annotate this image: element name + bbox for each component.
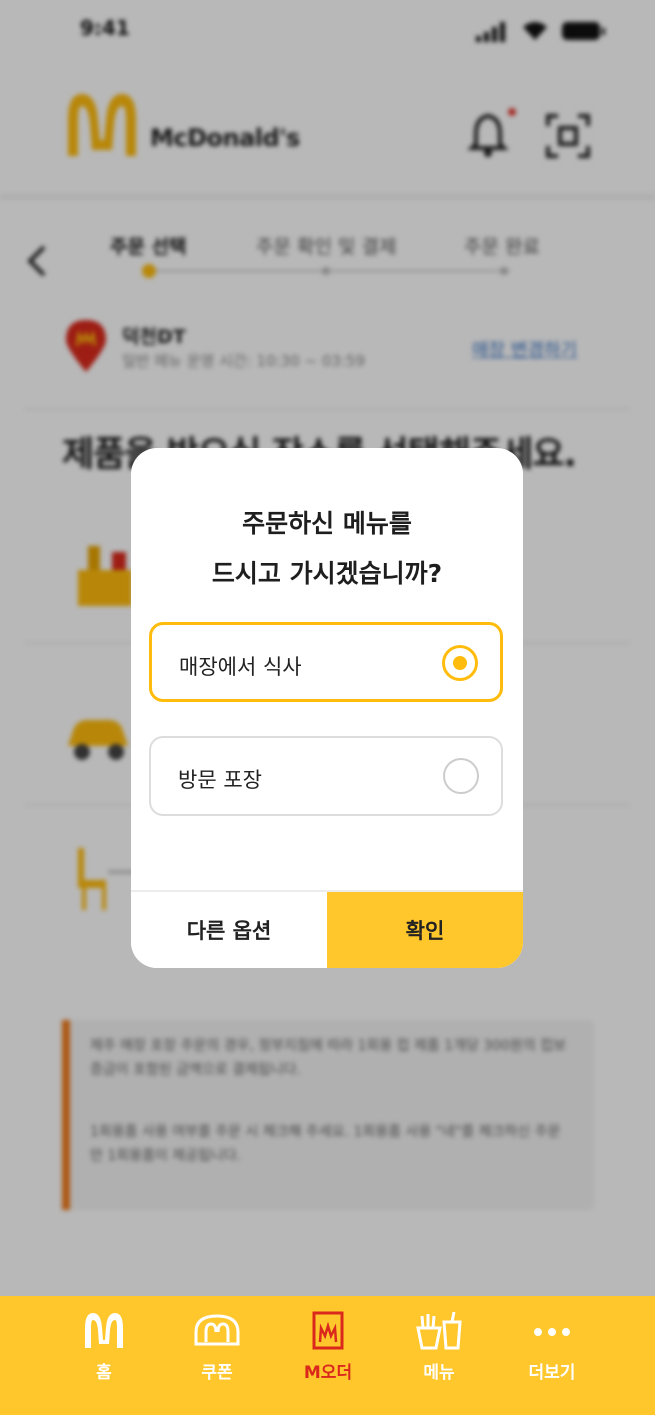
more-dots-icon bbox=[534, 1328, 570, 1336]
modal-footer: 다른 옵션 확인 bbox=[131, 890, 523, 968]
menu-fries-drink-icon bbox=[416, 1311, 462, 1350]
app-screen: 9:41 McDonald's 주문 선택 주문 확인 및 결제 주문 완료 덕… bbox=[0, 0, 655, 1415]
mcdonalds-arches-icon bbox=[85, 1313, 123, 1348]
confirm-button[interactable]: 확인 bbox=[327, 892, 523, 968]
tab-m-order[interactable]: M오더 bbox=[278, 1310, 378, 1390]
bottom-tab-bar: 홈 쿠폰 M오더 메뉴 더보기 bbox=[0, 1296, 655, 1415]
option-dine-in[interactable]: 매장에서 식사 bbox=[149, 622, 503, 702]
tab-menu-label: 메뉴 bbox=[423, 1363, 455, 1383]
tab-coupon-label: 쿠폰 bbox=[201, 1363, 233, 1383]
tab-coupon[interactable]: 쿠폰 bbox=[167, 1310, 267, 1390]
modal-title-line-1: 주문하신 메뉴를 bbox=[242, 509, 412, 538]
radio-dot bbox=[453, 656, 467, 670]
tab-more-label: 더보기 bbox=[528, 1363, 576, 1383]
other-options-button[interactable]: 다른 옵션 bbox=[131, 892, 327, 968]
tab-menu[interactable]: 메뉴 bbox=[389, 1310, 489, 1390]
tab-more[interactable]: 더보기 bbox=[502, 1310, 602, 1390]
coupon-icon bbox=[194, 1314, 240, 1346]
radio-selected-icon[interactable] bbox=[442, 645, 478, 681]
tab-m-order-label: M오더 bbox=[303, 1363, 353, 1383]
option-takeout[interactable]: 방문 포장 bbox=[149, 736, 503, 816]
radio-unselected-icon[interactable] bbox=[443, 758, 479, 794]
modal-title-line-2: 드시고 가시겠습니까? bbox=[211, 559, 443, 588]
m-order-bag-icon bbox=[312, 1311, 344, 1350]
tab-home-label: 홈 bbox=[96, 1363, 112, 1383]
dine-option-modal: 주문하신 메뉴를 드시고 가시겠습니까? 매장에서 식사 방문 포장 다른 옵션… bbox=[131, 448, 523, 968]
option-takeout-label: 방문 포장 bbox=[178, 768, 262, 792]
tab-home[interactable]: 홈 bbox=[54, 1310, 154, 1390]
option-dine-in-label: 매장에서 식사 bbox=[179, 655, 302, 679]
